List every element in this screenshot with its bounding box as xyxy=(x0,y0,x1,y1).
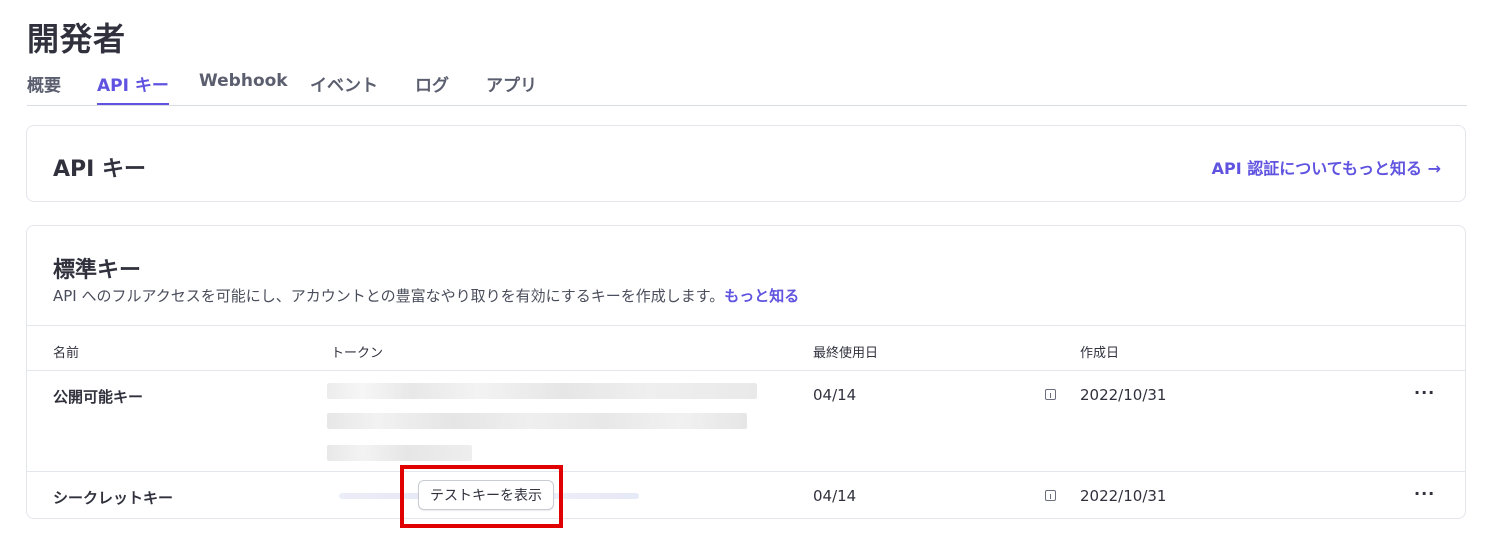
info-icon[interactable] xyxy=(1045,490,1056,501)
standard-keys-description: API へのフルアクセスを可能にし、アカウントとの豊富なやり取りを有効にするキー… xyxy=(53,285,799,306)
learn-api-auth-link[interactable]: API 認証についてもっと知る → xyxy=(1212,155,1441,179)
api-keys-heading: API キー xyxy=(53,157,146,182)
info-icon[interactable] xyxy=(1045,389,1056,400)
publishable-key-token-blurred xyxy=(327,381,757,463)
tab-overview[interactable]: 概要 xyxy=(27,71,61,105)
tab-events[interactable]: イベント xyxy=(310,71,378,105)
more-icon[interactable]: ··· xyxy=(1414,383,1435,402)
learn-more-link[interactable]: もっと知る xyxy=(724,287,799,305)
standard-keys-heading: 標準キー xyxy=(53,258,142,283)
standard-keys-card: 標準キー API へのフルアクセスを可能にし、アカウントとの豊富なやり取りを有効… xyxy=(26,225,1466,519)
api-keys-card: API キー API 認証についてもっと知る → xyxy=(26,125,1466,202)
tab-logs[interactable]: ログ xyxy=(415,71,449,105)
last-used-date: 04/14 xyxy=(813,386,857,404)
reveal-test-key-button[interactable]: テストキーを表示 xyxy=(418,480,554,510)
tab-api-keys[interactable]: API キー xyxy=(97,71,169,105)
column-name: 名前 xyxy=(53,346,80,361)
created-date: 2022/10/31 xyxy=(1080,487,1167,505)
column-created: 作成日 xyxy=(1080,346,1120,361)
column-last-used: 最終使用日 xyxy=(813,346,879,361)
table-row: シークレットキー テストキーを表示 04/14 2022/10/31 ··· xyxy=(27,472,1465,518)
created-date: 2022/10/31 xyxy=(1080,386,1167,404)
key-name: 公開可能キー xyxy=(53,388,144,406)
column-token: トークン xyxy=(331,346,384,361)
table-row: 公開可能キー 04/14 2022/10/31 ··· xyxy=(27,371,1465,472)
last-used-date: 04/14 xyxy=(813,487,857,505)
page-title: 開発者 xyxy=(27,20,127,58)
tab-apps[interactable]: アプリ xyxy=(486,71,537,105)
key-name: シークレットキー xyxy=(53,489,174,507)
table-header: 名前 トークン 最終使用日 作成日 xyxy=(27,325,1465,371)
more-icon[interactable]: ··· xyxy=(1414,484,1435,503)
description-text: API へのフルアクセスを可能にし、アカウントとの豊富なやり取りを有効にするキー… xyxy=(53,287,725,305)
tab-webhook[interactable]: Webhook xyxy=(199,71,288,105)
tab-bar: 概要 API キー Webhook イベント ログ アプリ xyxy=(27,68,1467,106)
